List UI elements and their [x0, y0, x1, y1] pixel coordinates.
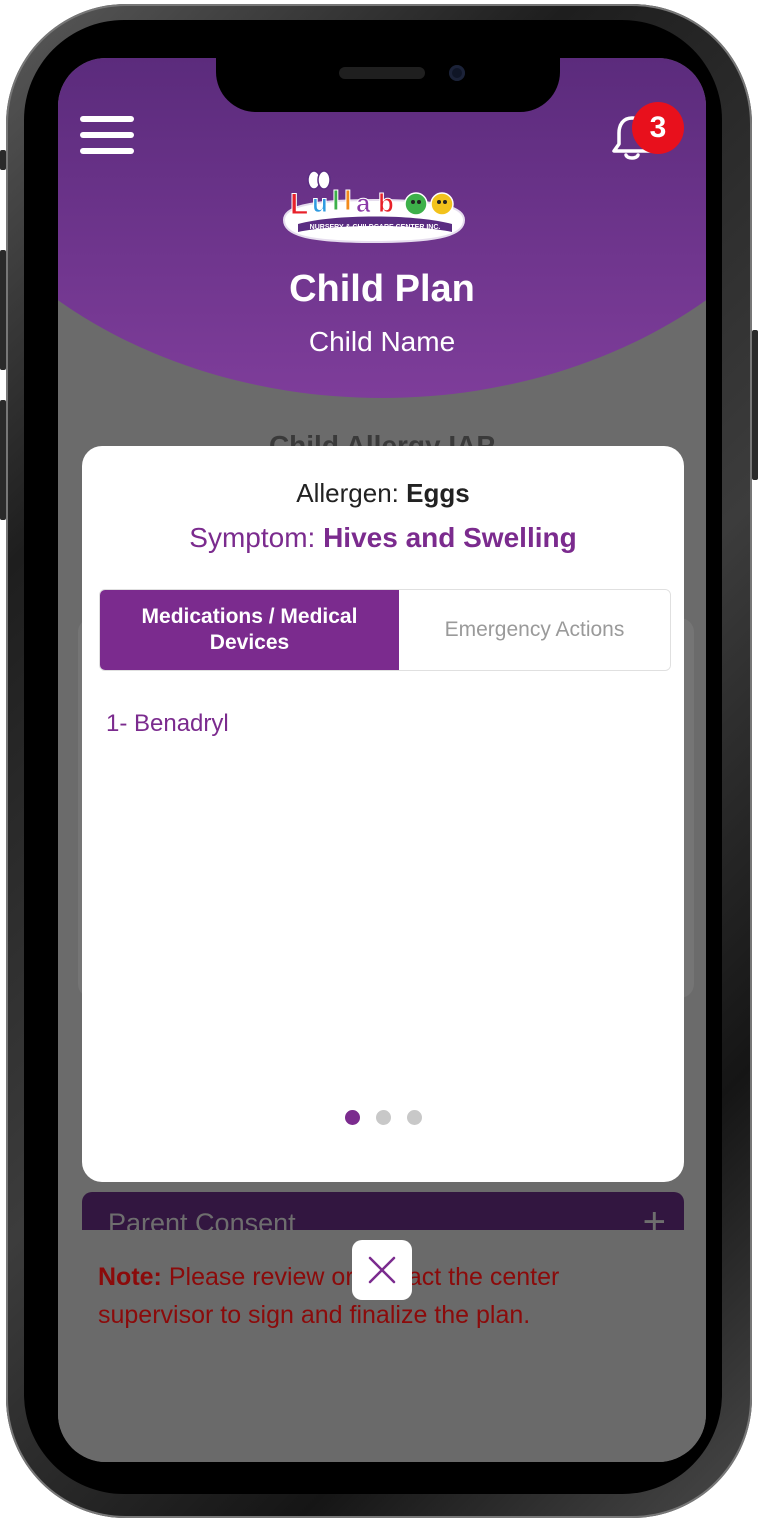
svg-text:u: u	[312, 188, 328, 218]
pager-dot[interactable]	[406, 1110, 422, 1125]
allergen-value: Eggs	[406, 478, 470, 508]
close-modal-button[interactable]	[352, 1240, 412, 1300]
svg-text:b: b	[378, 188, 394, 218]
close-icon	[368, 1256, 396, 1284]
svg-text:a: a	[356, 188, 371, 218]
pager-dots	[82, 1110, 684, 1125]
svg-text:l: l	[332, 185, 340, 216]
symptom-value: Hives and Swelling	[323, 522, 577, 553]
medication-item: 1- Benadryl	[106, 710, 229, 737]
phone-volume-down	[0, 400, 6, 520]
phone-notch	[216, 58, 560, 112]
notification-badge[interactable]: 3	[632, 102, 684, 154]
front-camera	[449, 65, 465, 81]
speaker-grille	[339, 67, 425, 79]
app-screen: 3 NURSERY & CHILDCARE CENTER INC. L u l …	[58, 58, 706, 1462]
symptom-line: Symptom: Hives and Swelling	[82, 522, 684, 554]
pager-dot[interactable]	[375, 1110, 391, 1125]
phone-power-button	[752, 330, 758, 480]
hamburger-menu-icon[interactable]	[80, 116, 134, 154]
tab-medications[interactable]: Medications / Medical Devices	[100, 590, 399, 670]
note-label: Note:	[98, 1263, 162, 1291]
note-body: Please review or contact the center supe…	[98, 1263, 560, 1329]
allergen-label: Allergen:	[296, 478, 407, 508]
modal-tabs: Medications / Medical Devices Emergency …	[99, 589, 671, 671]
page-title: Child Plan	[289, 268, 475, 310]
symptom-label: Symptom:	[189, 522, 324, 553]
pager-dot[interactable]	[344, 1110, 360, 1125]
lullaboo-logo: NURSERY & CHILDCARE CENTER INC. L u l l …	[282, 170, 466, 244]
child-name: Child Name	[308, 326, 456, 357]
tab-emergency-actions[interactable]: Emergency Actions	[399, 590, 670, 670]
svg-text:l: l	[344, 185, 352, 216]
allergen-detail-modal: Allergen: Eggs Symptom: Hives and Swelli…	[82, 446, 684, 1182]
allergen-line: Allergen: Eggs	[82, 478, 684, 509]
svg-text:NURSERY & CHILDCARE CENTER INC: NURSERY & CHILDCARE CENTER INC.	[310, 224, 441, 231]
svg-text:L: L	[290, 188, 308, 221]
phone-volume-up	[0, 250, 6, 370]
phone-side-button	[0, 150, 6, 170]
